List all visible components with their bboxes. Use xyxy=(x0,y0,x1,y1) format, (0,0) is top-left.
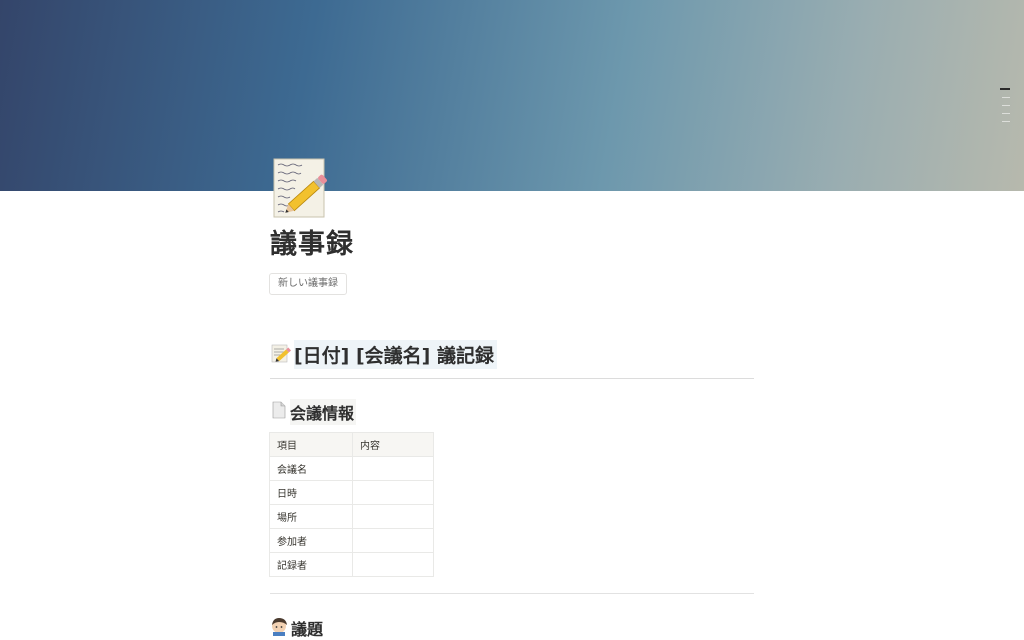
toc-mark[interactable] xyxy=(1002,105,1010,106)
meeting-info-table[interactable]: 項目 内容 会議名 日時 場所 参加者 記録者 xyxy=(269,432,434,577)
heading-minutes-record[interactable]: [日付] [会議名] 議記録 xyxy=(270,340,497,369)
table-cell[interactable]: 参加者 xyxy=(269,528,353,553)
page-title[interactable]: 議事録 xyxy=(270,222,354,261)
toc-mark[interactable] xyxy=(1000,88,1010,90)
memo-pencil-icon[interactable] xyxy=(272,157,330,219)
table-row: 場所 xyxy=(269,504,434,529)
table-cell[interactable]: 記録者 xyxy=(269,552,353,577)
table-cell[interactable] xyxy=(352,456,434,481)
table-cell[interactable]: 場所 xyxy=(269,504,353,529)
table-row: 参加者 xyxy=(269,528,434,553)
heading-text: [日付] [会議名] 議記録 xyxy=(294,340,497,369)
divider xyxy=(270,593,754,594)
memo-icon xyxy=(270,342,294,368)
toc-mark[interactable] xyxy=(1002,113,1010,114)
heading-text: 議題 xyxy=(291,620,324,639)
page-cover-image xyxy=(0,0,1024,191)
table-row: 会議名 xyxy=(269,456,434,481)
table-row: 記録者 xyxy=(269,552,434,577)
page-icon xyxy=(270,400,290,424)
table-cell[interactable] xyxy=(352,480,434,505)
table-row: 日時 xyxy=(269,480,434,505)
table-cell[interactable]: 会議名 xyxy=(269,456,353,481)
table-cell[interactable] xyxy=(352,528,434,553)
person-icon xyxy=(270,616,291,640)
table-header-cell[interactable]: 内容 xyxy=(352,432,434,457)
toc-mark[interactable] xyxy=(1002,121,1010,122)
table-header-row: 項目 内容 xyxy=(269,432,434,457)
heading-meeting-info[interactable]: 会議情報 xyxy=(270,399,357,425)
divider xyxy=(270,378,754,379)
table-of-contents-indicator[interactable] xyxy=(1000,88,1010,129)
table-header-cell[interactable]: 項目 xyxy=(269,432,353,457)
heading-agenda[interactable]: 議題 xyxy=(270,616,323,640)
new-minutes-button[interactable]: 新しい議事録 xyxy=(269,273,347,295)
table-cell[interactable]: 日時 xyxy=(269,480,353,505)
heading-text: 会議情報 xyxy=(290,399,357,425)
toc-mark[interactable] xyxy=(1002,97,1010,98)
table-cell[interactable] xyxy=(352,504,434,529)
table-cell[interactable] xyxy=(352,552,434,577)
